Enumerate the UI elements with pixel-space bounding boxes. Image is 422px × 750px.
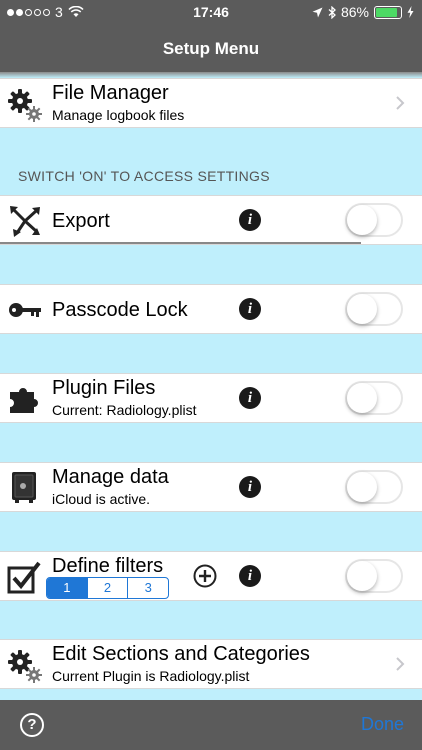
section-header: SWITCH 'ON' TO ACCESS SETTINGS [18, 168, 270, 184]
passcode-lock-title: Passcode Lock [52, 299, 188, 321]
file-manager-row[interactable]: File Manager Manage logbook files [0, 78, 422, 128]
plugin-files-title: Plugin Files [52, 377, 156, 399]
location-arrow-icon [312, 7, 323, 17]
filter-segment-2[interactable]: 2 [88, 578, 129, 598]
passcode-toggle[interactable] [345, 292, 403, 326]
bluetooth-icon [328, 5, 336, 19]
edit-sections-subtitle: Current Plugin is Radiology.plist [52, 668, 250, 684]
manage-data-toggle[interactable] [345, 470, 403, 504]
edit-sections-row[interactable]: Edit Sections and Categories Current Plu… [0, 639, 422, 689]
puzzle-icon [10, 388, 38, 413]
manage-data-title: Manage data [52, 466, 169, 488]
define-filters-title: Define filters [52, 555, 164, 577]
plugin-files-row: Plugin Files Current: Radiology.plist i [0, 373, 422, 423]
battery-level [376, 7, 397, 17]
filter-segment-1[interactable]: 1 [47, 578, 88, 598]
bottom-toolbar: ? Done [0, 700, 422, 750]
battery-icon [374, 5, 402, 19]
manage-data-row: Manage data iCloud is active. i [0, 462, 422, 512]
export-title: Export [52, 210, 110, 232]
filter-segmented-control: 1 2 3 [46, 577, 169, 599]
filters-toggle[interactable] [345, 559, 403, 593]
plugin-files-subtitle: Current: Radiology.plist [52, 402, 197, 418]
filters-info-button[interactable]: i [239, 565, 261, 587]
gears-icon [8, 650, 42, 683]
navigation-bar: Setup Menu [0, 24, 422, 72]
key-icon [9, 303, 41, 317]
checkbox-icon [7, 561, 41, 594]
file-manager-subtitle: Manage logbook files [52, 107, 185, 123]
passcode-info-button[interactable]: i [239, 298, 261, 320]
plugin-toggle[interactable] [345, 381, 403, 415]
chevron-right-icon [396, 96, 405, 110]
export-info-button[interactable]: i [239, 209, 261, 231]
add-filter-button[interactable] [193, 564, 217, 588]
file-manager-title: File Manager [52, 82, 169, 104]
gears-icon [8, 89, 42, 122]
status-bar: 3 17:46 86% [0, 0, 422, 24]
export-row: Export i [0, 195, 422, 245]
safe-icon [12, 472, 36, 503]
manage-data-subtitle: iCloud is active. [52, 491, 151, 507]
filter-segment-3[interactable]: 3 [128, 578, 168, 598]
plugin-info-button[interactable]: i [239, 387, 261, 409]
page-title: Setup Menu [162, 39, 260, 58]
passcode-lock-row: Passcode Lock i [0, 284, 422, 334]
done-button[interactable]: Done [361, 714, 404, 735]
manage-data-info-button[interactable]: i [239, 476, 261, 498]
export-arrows-icon [10, 206, 40, 237]
charging-bolt-icon [407, 6, 414, 18]
battery-percent: 86% [340, 4, 369, 20]
export-toggle[interactable] [345, 203, 403, 237]
chevron-right-icon [396, 657, 405, 671]
edit-sections-title: Edit Sections and Categories [52, 643, 310, 665]
help-button[interactable]: ? [20, 713, 44, 737]
